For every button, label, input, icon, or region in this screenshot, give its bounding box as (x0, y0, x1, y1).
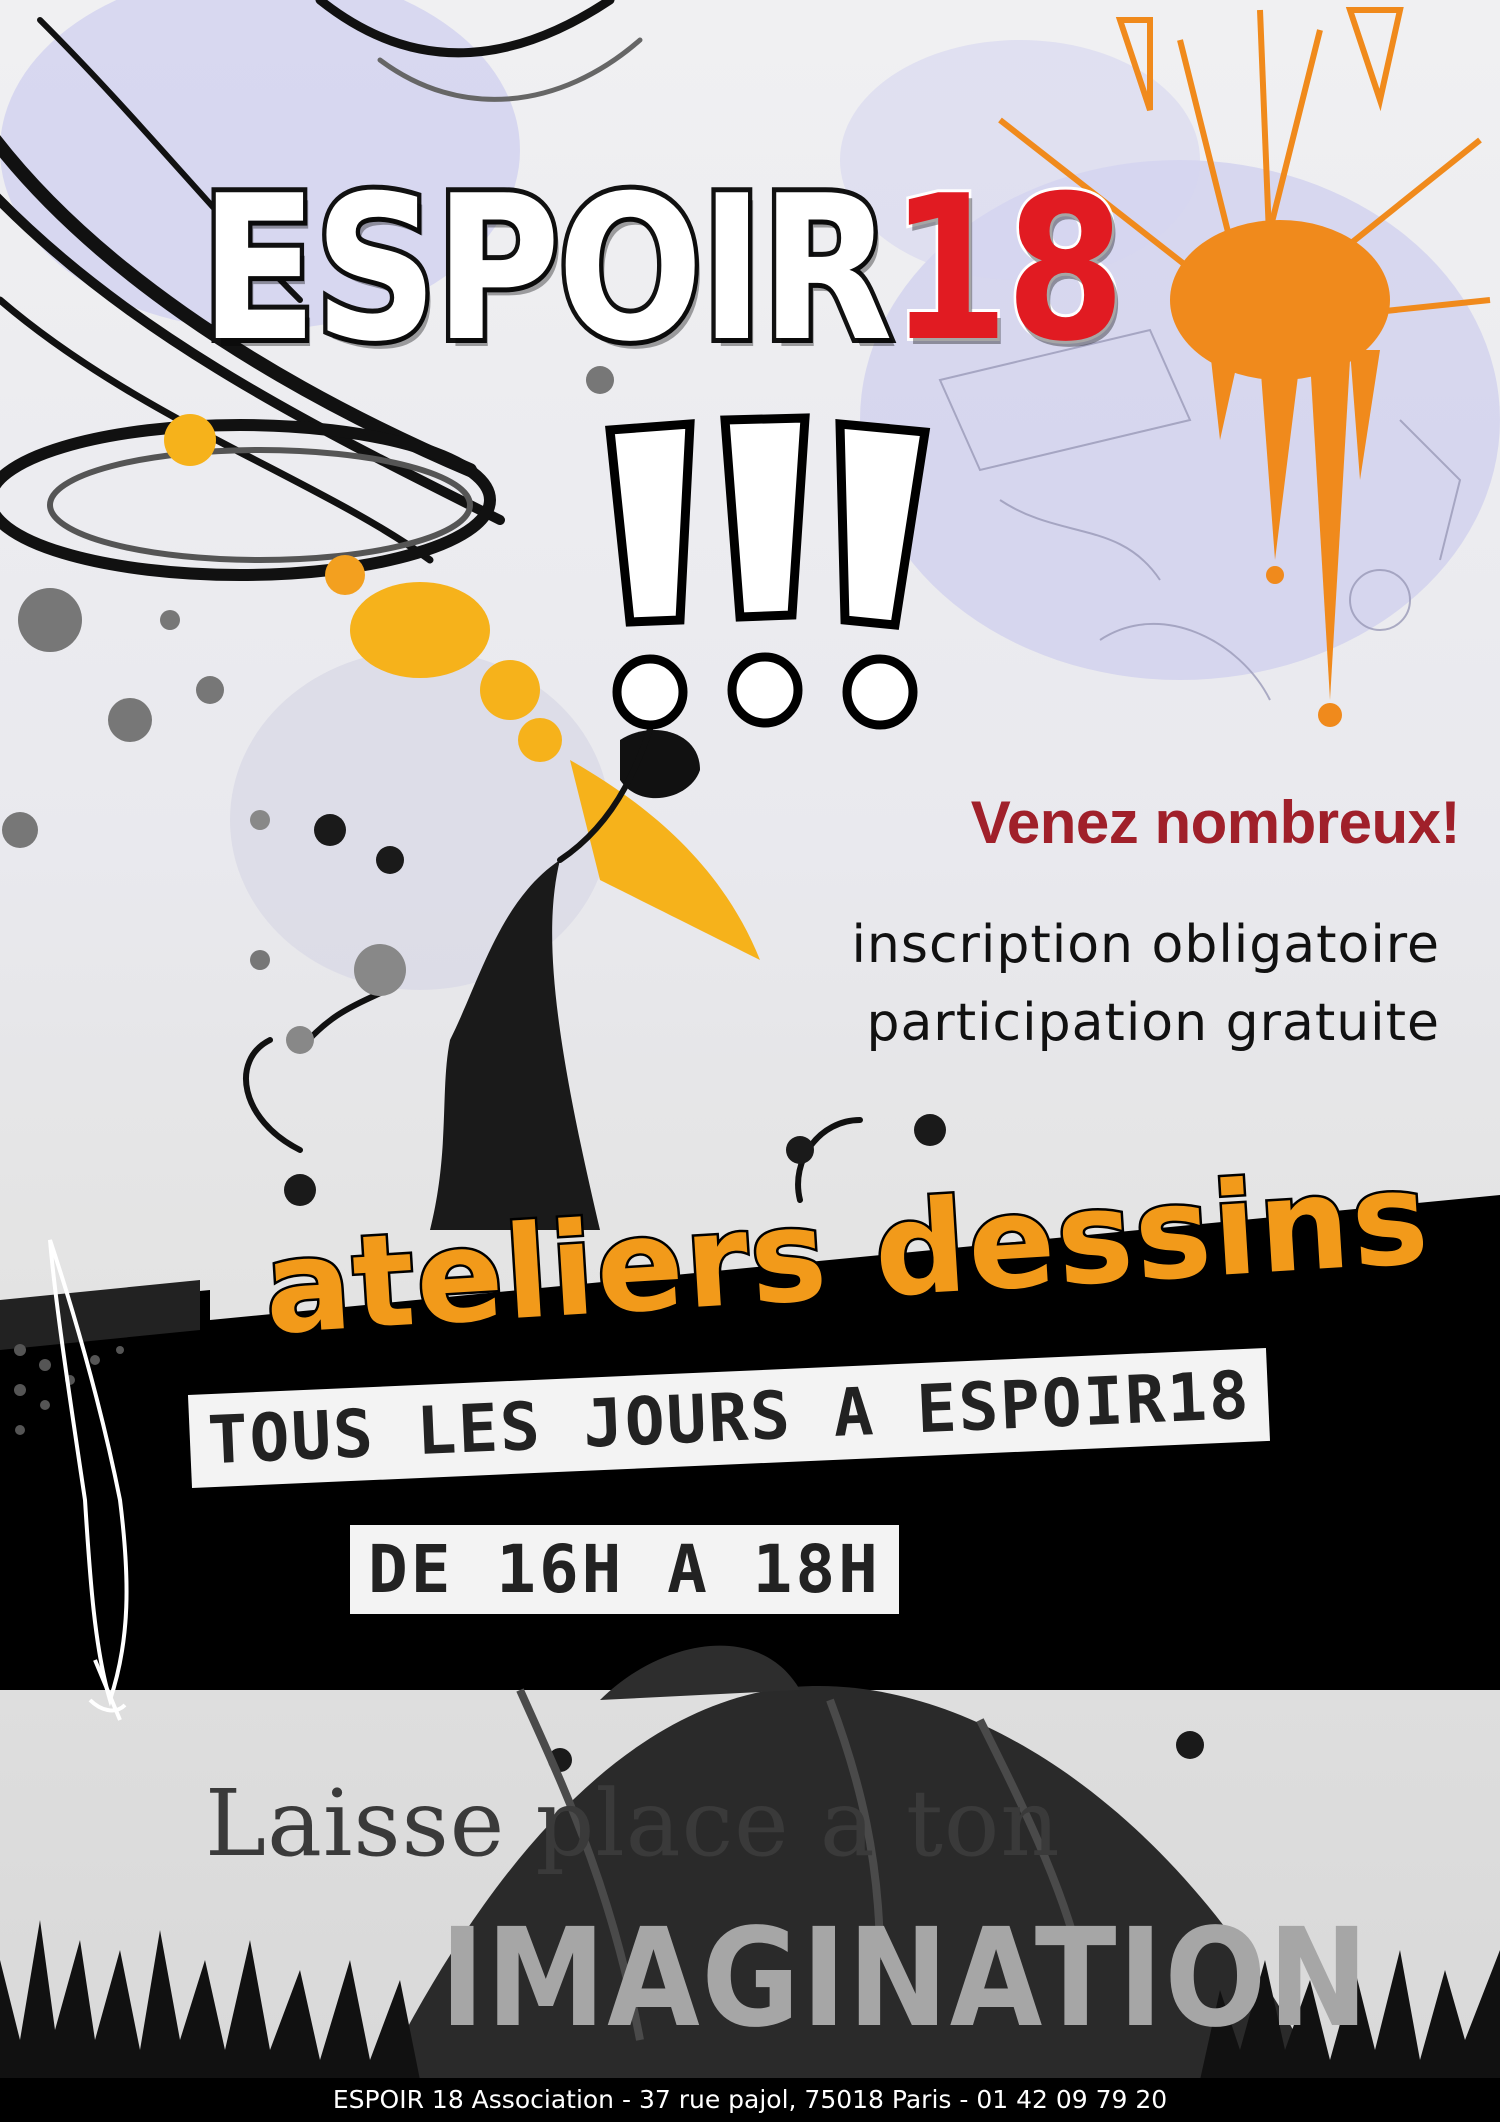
info-participation: participation gratuite (866, 993, 1440, 1053)
call-to-action: Venez nombreux! (970, 789, 1461, 856)
title-number: 18 (887, 153, 1128, 386)
poster: ESPOIR18 Venez nombreux! inscription obl… (0, 0, 1500, 2122)
tagline-imagination: IMAGINATION (440, 1900, 1370, 2058)
tagline: Laisse place a ton (205, 1770, 1061, 1877)
exclamation-marks (605, 413, 931, 730)
title-word: ESPOIR (196, 153, 897, 386)
info-registration: inscription obligatoire (851, 915, 1440, 975)
schedule-hours: DE 16H A 18H (350, 1525, 899, 1614)
poster-title: ESPOIR18 (196, 165, 1189, 375)
footer-contact: ESPOIR 18 Association - 37 rue pajol, 75… (0, 2078, 1500, 2122)
